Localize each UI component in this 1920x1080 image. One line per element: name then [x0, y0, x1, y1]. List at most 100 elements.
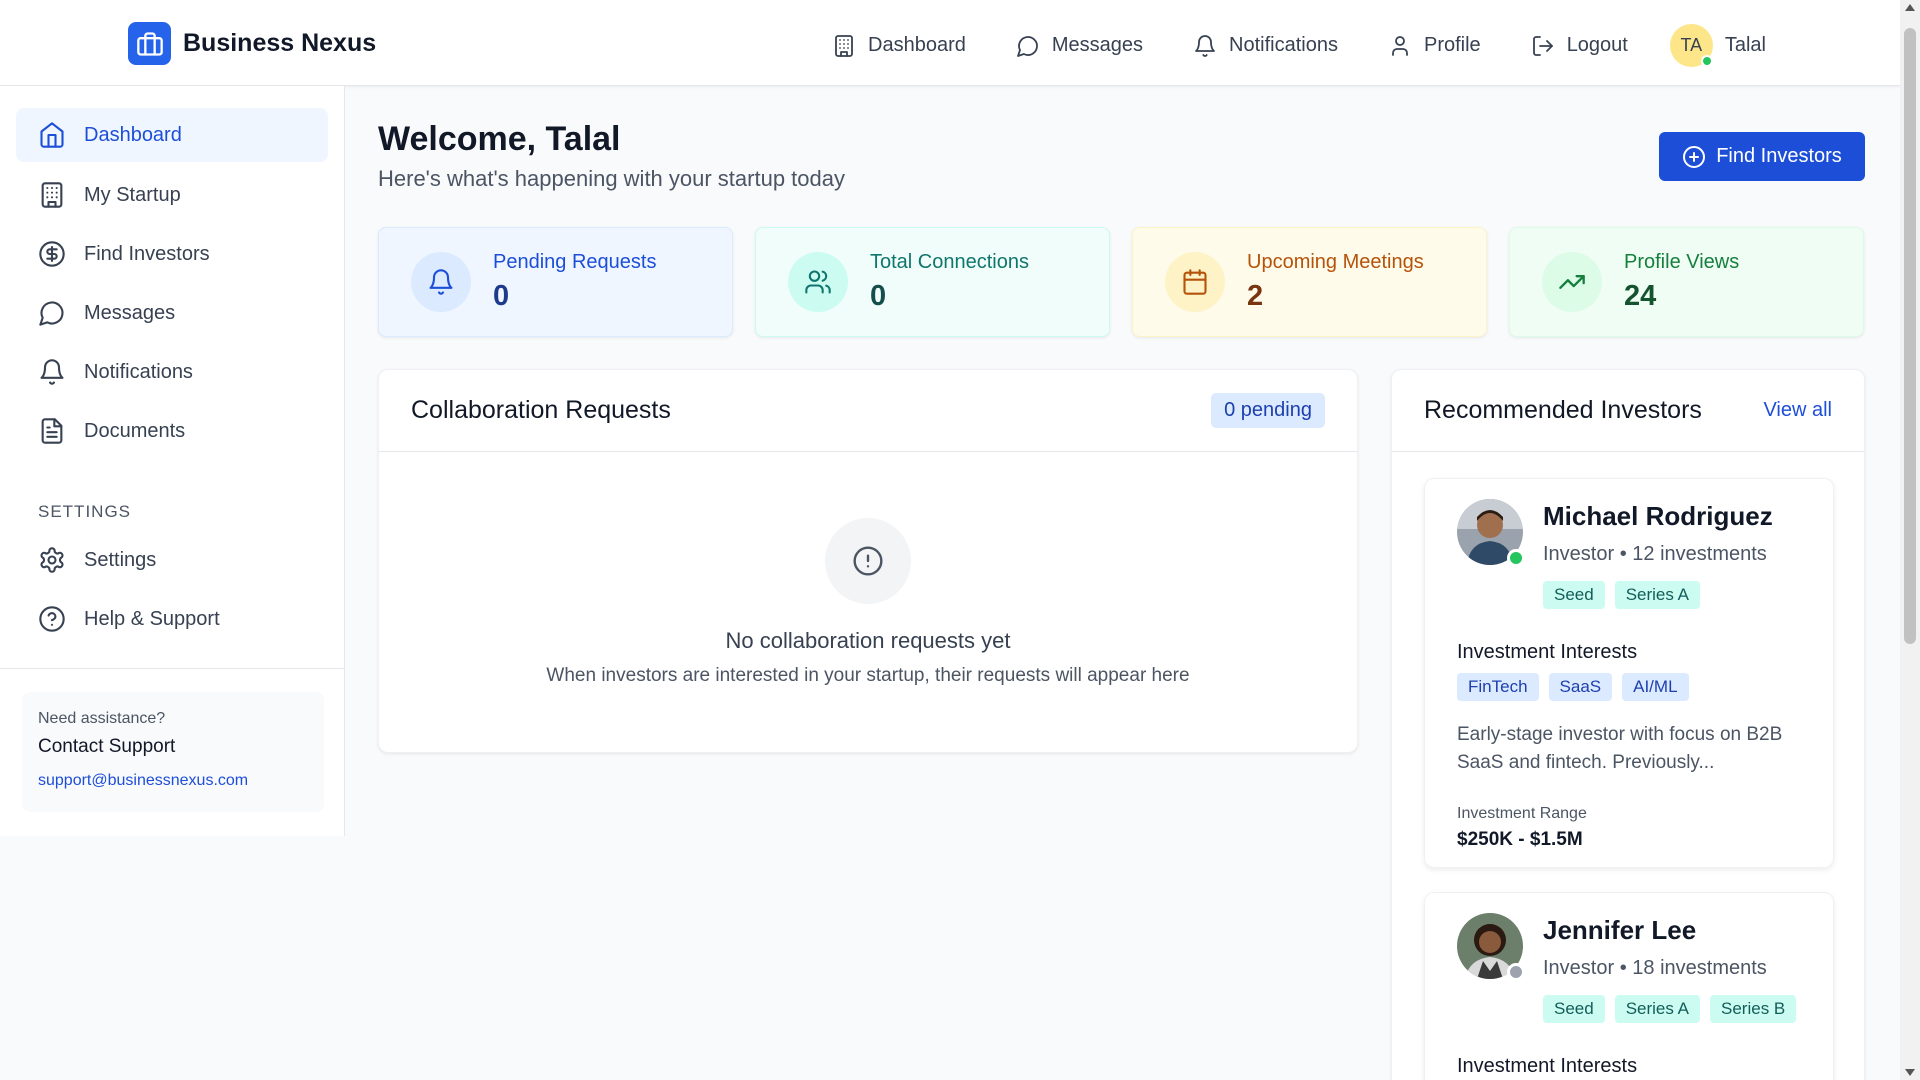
- investor-meta: Investor • 12 investments: [1543, 543, 1767, 566]
- card-header: Collaboration Requests 0 pending: [379, 370, 1357, 452]
- find-investors-button[interactable]: Find Investors: [1659, 132, 1865, 181]
- topnav-notifications[interactable]: Notifications: [1193, 34, 1338, 58]
- separator-dot: •: [1619, 543, 1633, 565]
- stat-label: Total Connections: [870, 251, 1029, 273]
- sidebar-item-notifications[interactable]: Notifications: [16, 345, 328, 399]
- topnav-profile-label: Profile: [1423, 34, 1481, 56]
- sidebar-item-help-support[interactable]: Help & Support: [16, 592, 328, 646]
- sidebar-item-messages[interactable]: Messages: [16, 286, 328, 340]
- top-nav: Dashboard Messages Notifications Profile…: [832, 24, 1766, 67]
- sidebar-item-settings[interactable]: Settings: [16, 533, 328, 587]
- brand[interactable]: Business Nexus: [128, 22, 376, 65]
- topnav-dashboard[interactable]: Dashboard: [832, 34, 966, 58]
- topnav-messages[interactable]: Messages: [1016, 34, 1143, 58]
- sidebar-item-label: Notifications: [84, 360, 193, 383]
- help-circle-icon: [39, 606, 65, 632]
- alert-circle-icon: [825, 518, 911, 604]
- stage-tag: Seed: [1543, 995, 1605, 1023]
- investment-interests-label: Investment Interests: [1457, 641, 1638, 663]
- collaboration-requests-card: Collaboration Requests 0 pending No coll…: [378, 369, 1358, 753]
- sidebar-item-find-investors[interactable]: Find Investors: [16, 227, 328, 281]
- investment-interests-label: Investment Interests: [1457, 1055, 1638, 1077]
- investor-role: Investor: [1543, 543, 1615, 565]
- interest-tag: SaaS: [1548, 673, 1613, 701]
- topnav-logout-label: Logout: [1566, 34, 1628, 56]
- stat-profile-views: Profile Views 24: [1509, 227, 1864, 337]
- page-scrollbar[interactable]: [1900, 0, 1920, 1080]
- page-subtitle: Here's what's happening with your startu…: [378, 166, 845, 191]
- sidebar-item-dashboard[interactable]: Dashboard: [16, 108, 328, 162]
- online-status-dot: [1507, 549, 1525, 567]
- page-title: Welcome, Talal: [378, 120, 621, 158]
- empty-state-title: No collaboration requests yet: [725, 628, 1011, 653]
- bell-icon: [1195, 34, 1215, 57]
- sidebar-item-my-startup[interactable]: My Startup: [16, 168, 328, 222]
- users-icon: [788, 252, 848, 312]
- support-box: Need assistance? Contact Support support…: [22, 692, 324, 812]
- bell-icon: [411, 252, 471, 312]
- online-status-dot: [1700, 55, 1713, 67]
- brand-name: Business Nexus: [183, 29, 377, 57]
- sidebar-item-label: Settings: [84, 548, 157, 571]
- user-name: Talal: [1724, 34, 1766, 56]
- stat-value: 2: [1247, 280, 1264, 312]
- sidebar-item-label: Dashboard: [84, 123, 182, 146]
- sidebar-item-label: Messages: [84, 301, 176, 324]
- sidebar-item-label: Documents: [84, 419, 186, 442]
- avatar-initials: TA: [1680, 35, 1703, 55]
- investor-investments: 18 investments: [1632, 957, 1767, 979]
- scroll-down-arrow-icon[interactable]: [1905, 1069, 1915, 1076]
- topnav-notifications-label: Notifications: [1229, 34, 1338, 56]
- investment-range-value: $250K - $1.5M: [1457, 829, 1583, 850]
- sidebar-item-label: My Startup: [84, 183, 181, 206]
- investor-name: Jennifer Lee: [1543, 915, 1697, 945]
- logout-icon: [1532, 35, 1553, 56]
- investor-investments: 12 investments: [1632, 543, 1767, 565]
- stat-label: Upcoming Meetings: [1247, 251, 1424, 273]
- sidebar-divider: [0, 668, 345, 669]
- stat-value: 24: [1624, 280, 1657, 312]
- document-icon: [41, 418, 63, 444]
- interest-tag: FinTech: [1457, 673, 1539, 701]
- support-title: Contact Support: [38, 736, 176, 757]
- interest-tag: AI/ML: [1622, 673, 1689, 701]
- home-icon: [40, 122, 64, 148]
- scroll-up-arrow-icon[interactable]: [1905, 4, 1915, 11]
- topnav-dashboard-label: Dashboard: [868, 34, 966, 56]
- sidebar: Dashboard My Startup Find Investors Mess…: [0, 86, 345, 836]
- user-icon: [1392, 35, 1408, 56]
- offline-status-dot: [1507, 963, 1525, 981]
- investor-name: Michael Rodriguez: [1543, 501, 1773, 531]
- user-menu[interactable]: TA Talal: [1669, 24, 1766, 67]
- investment-range-label: Investment Range: [1457, 805, 1587, 822]
- topnav-messages-label: Messages: [1051, 34, 1144, 56]
- view-all-link[interactable]: View all: [1763, 399, 1832, 422]
- stage-tags: Seed Series A Series B: [1543, 995, 1797, 1023]
- support-need: Need assistance?: [38, 710, 166, 727]
- sidebar-item-documents[interactable]: Documents: [16, 404, 328, 458]
- investor-card[interactable]: Michael Rodriguez Investor • 12 investme…: [1424, 478, 1834, 868]
- empty-state-subtitle: When investors are interested in your st…: [546, 665, 1190, 686]
- find-investors-label: Find Investors: [1716, 145, 1842, 167]
- investor-meta: Investor • 18 investments: [1543, 957, 1767, 980]
- card-title: Recommended Investors: [1424, 396, 1702, 424]
- top-navbar: Business Nexus Dashboard Messages Notifi…: [0, 0, 1900, 86]
- support-email-link[interactable]: support@businessnexus.com: [38, 772, 308, 790]
- chat-bubble-icon: [1016, 35, 1038, 57]
- investor-card[interactable]: Jennifer Lee Investor • 18 investments S…: [1424, 892, 1834, 1080]
- investor-role: Investor: [1543, 957, 1615, 979]
- sidebar-item-label: Find Investors: [84, 242, 210, 265]
- plus-circle-icon: [1683, 145, 1706, 168]
- calendar-icon: [1165, 252, 1225, 312]
- scrollbar-thumb[interactable]: [1904, 28, 1916, 644]
- card-title: Collaboration Requests: [411, 396, 671, 424]
- dollar-circle-icon: [39, 241, 65, 267]
- stat-pending-requests: Pending Requests 0: [378, 227, 733, 337]
- stat-upcoming-meetings: Upcoming Meetings 2: [1132, 227, 1487, 337]
- topnav-logout[interactable]: Logout: [1531, 34, 1628, 58]
- stage-tag: Seed: [1543, 581, 1605, 609]
- sidebar-item-label: Help & Support: [84, 607, 220, 630]
- topnav-profile[interactable]: Profile: [1388, 34, 1481, 58]
- recommended-investors-card: Recommended Investors View all Michael R…: [1391, 369, 1865, 1080]
- stage-tag: Series A: [1614, 581, 1701, 609]
